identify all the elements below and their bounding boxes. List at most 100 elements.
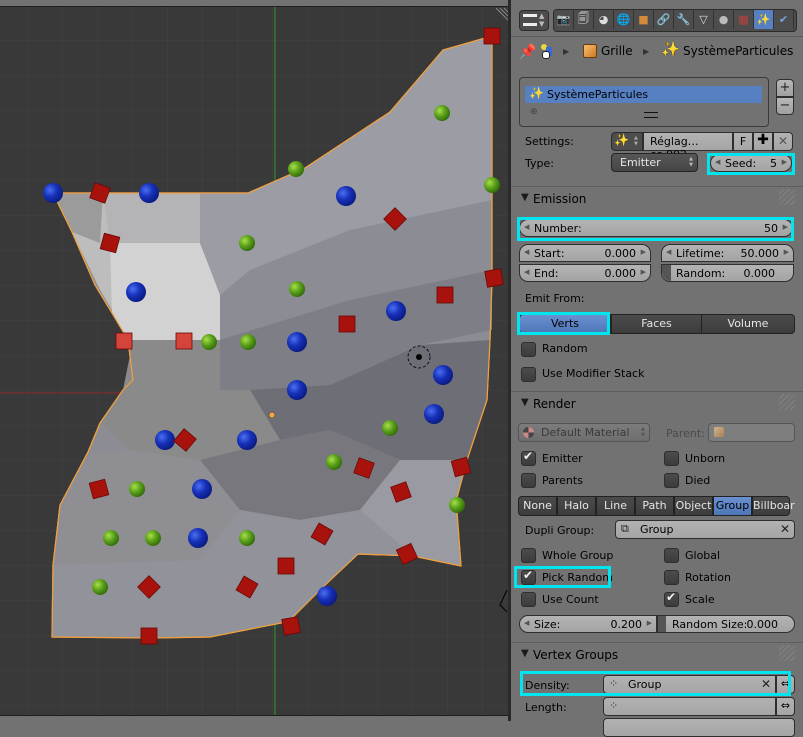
render-type-line[interactable]: Line	[596, 496, 635, 516]
vertex-groups-panel-header[interactable]: ▼ Vertex Groups	[511, 642, 803, 667]
tab-render[interactable]: 📷	[554, 10, 574, 29]
viewport-top-header	[0, 0, 510, 7]
size-field[interactable]: ◀ Size: 0.200 ▶	[519, 615, 657, 633]
dupli-group-field[interactable]: ⧉ Group ✕	[615, 520, 795, 539]
tab-texture[interactable]: ▦	[734, 10, 754, 29]
render-type-path[interactable]: Path	[635, 496, 674, 516]
emit-from-faces[interactable]: Faces	[611, 314, 702, 334]
type-dropdown[interactable]: Emitter ▲ ▼	[611, 153, 698, 172]
emit-from-volume[interactable]: Volume	[701, 314, 795, 334]
tab-material[interactable]: ●	[714, 10, 734, 29]
list-resize-handle[interactable]	[644, 112, 658, 118]
new-settings-button[interactable]: ✚	[753, 132, 773, 151]
random-checkbox[interactable]	[521, 342, 536, 357]
remove-particle-system-button[interactable]: −	[776, 97, 794, 115]
render-type-object[interactable]: Object	[674, 496, 713, 516]
particles-icon: ✨	[529, 86, 544, 100]
seed-field[interactable]: ◀ Seed: 5 ▶	[710, 154, 792, 172]
increment-arrow-icon[interactable]: ▶	[782, 158, 787, 166]
clear-icon[interactable]: ✕	[780, 522, 790, 536]
tab-constraints[interactable]: 🔗	[654, 10, 674, 29]
increment-arrow-icon[interactable]: ▶	[783, 223, 788, 231]
pick-random-checkbox[interactable]: ✔	[521, 568, 536, 585]
editor-type-button[interactable]: ▲ ▼	[519, 10, 549, 31]
use-count-checkbox[interactable]	[521, 592, 536, 607]
render-type-billboar[interactable]: Billboar	[752, 496, 795, 516]
decrement-arrow-icon[interactable]: ◀	[666, 248, 671, 256]
increment-arrow-icon[interactable]: ▶	[784, 248, 789, 256]
object-origin[interactable]	[268, 411, 276, 419]
increment-arrow-icon[interactable]: ▶	[641, 248, 646, 256]
number-field[interactable]: ◀ Number: 50 ▶	[519, 219, 793, 237]
tab-data[interactable]: ▽	[694, 10, 714, 29]
lifetime-field[interactable]: ◀ Lifetime: 50.000 ▶	[661, 244, 794, 262]
decrement-arrow-icon[interactable]: ◀	[524, 223, 529, 231]
particle-blue-sphere	[287, 380, 307, 400]
particle-system-list[interactable]: ✨ SystèmeParticules ⊕	[519, 77, 769, 127]
tab-physics[interactable]: ✔	[774, 10, 794, 29]
increment-arrow-icon[interactable]: ▶	[641, 268, 646, 276]
random-size-slider[interactable]: Random Size: 0.000	[657, 615, 795, 633]
whole-group-checkbox[interactable]	[521, 548, 536, 563]
scale-checkbox[interactable]: ✔	[664, 590, 679, 607]
decrement-arrow-icon[interactable]: ◀	[524, 268, 529, 276]
decrement-arrow-icon[interactable]: ◀	[524, 619, 529, 627]
panel-drag-grip-icon[interactable]	[779, 645, 795, 661]
breadcrumb-object: Grille	[601, 44, 633, 58]
panel-drag-grip-icon[interactable]	[779, 394, 795, 410]
clear-icon[interactable]: ✕	[761, 677, 771, 691]
tab-render-layers[interactable]: 🗐	[574, 10, 594, 29]
length-vertex-group-field[interactable]: ⁘	[603, 697, 776, 716]
list-item[interactable]: ✨ SystèmeParticules	[525, 86, 762, 103]
use-modifier-stack-checkbox[interactable]	[521, 367, 536, 382]
render-type-none[interactable]: None	[518, 496, 557, 516]
unlink-settings-button[interactable]: ✕	[773, 132, 793, 151]
tab-object[interactable]: ■	[634, 10, 654, 29]
3d-viewport[interactable]	[0, 0, 510, 721]
end-field[interactable]: ◀ End: 0.000 ▶	[519, 264, 651, 282]
particle-blue-sphere	[386, 301, 406, 321]
emit-from-verts[interactable]: Verts	[519, 314, 611, 334]
emission-panel-header[interactable]: ▼ Emission	[511, 186, 803, 211]
panel-drag-grip-icon[interactable]	[779, 189, 795, 205]
tab-modifiers[interactable]: 🔧	[674, 10, 694, 29]
parent-field[interactable]	[708, 423, 795, 442]
viewport-canvas[interactable]	[0, 0, 510, 721]
decrement-arrow-icon[interactable]: ◀	[715, 158, 720, 166]
list-filter-icon[interactable]: ⊕	[530, 107, 538, 117]
render-type-group[interactable]: Group	[713, 496, 752, 516]
add-particle-system-button[interactable]: +	[776, 79, 794, 97]
tab-particles[interactable]: ✨	[754, 10, 774, 29]
increment-arrow-icon[interactable]: ▶	[647, 619, 652, 627]
global-checkbox[interactable]	[664, 548, 679, 563]
particle-green-sphere	[129, 481, 145, 497]
tab-world[interactable]: 🌐	[614, 10, 634, 29]
died-label: Died	[685, 474, 711, 487]
rotation-checkbox[interactable]	[664, 570, 679, 585]
tab-scene[interactable]: ◕	[594, 10, 614, 29]
parents-checkbox[interactable]	[521, 473, 536, 488]
emit-from-label: Emit From:	[525, 292, 585, 305]
render-type-halo[interactable]: Halo	[557, 496, 596, 516]
physics-icon: ✔	[778, 13, 789, 26]
properties-editor: ▲ ▼ 📷 🗐 ◕ 🌐 ■ 🔗 🔧 ▽ ● ▦ ✨ ✔ 📌 ▶ Grille ▶ ✨ SystèmePa…	[511, 0, 803, 737]
died-checkbox[interactable]	[664, 473, 679, 488]
pin-icon[interactable]: 📌	[519, 44, 536, 60]
particle-green-sphere	[434, 105, 450, 121]
scene-icon: ◕	[598, 13, 609, 26]
density-invert-button[interactable]: ⇔	[776, 675, 795, 694]
fake-user-button[interactable]: F	[733, 132, 753, 151]
decrement-arrow-icon[interactable]: ◀	[524, 248, 529, 256]
settings-browse-button[interactable]: ✨ ▲ ▼	[611, 132, 643, 151]
particle-green-sphere	[239, 235, 255, 251]
start-field[interactable]: ◀ Start: 0.000 ▶	[519, 244, 651, 262]
length-invert-button[interactable]: ⇔	[776, 697, 795, 716]
density-vertex-group-field[interactable]: ⁘ Group ✕	[603, 675, 776, 694]
unborn-checkbox[interactable]	[664, 451, 679, 466]
emitter-checkbox[interactable]: ✔	[521, 449, 536, 466]
material-dropdown[interactable]: Default Material ▲ ▼	[518, 423, 650, 442]
lifetime-random-slider[interactable]: Random: 0.000	[661, 264, 794, 282]
render-panel-header[interactable]: ▼ Render	[511, 391, 803, 416]
settings-name-field[interactable]: Réglag…es.002	[643, 132, 733, 161]
viewport-bottom-header[interactable]	[0, 715, 510, 721]
